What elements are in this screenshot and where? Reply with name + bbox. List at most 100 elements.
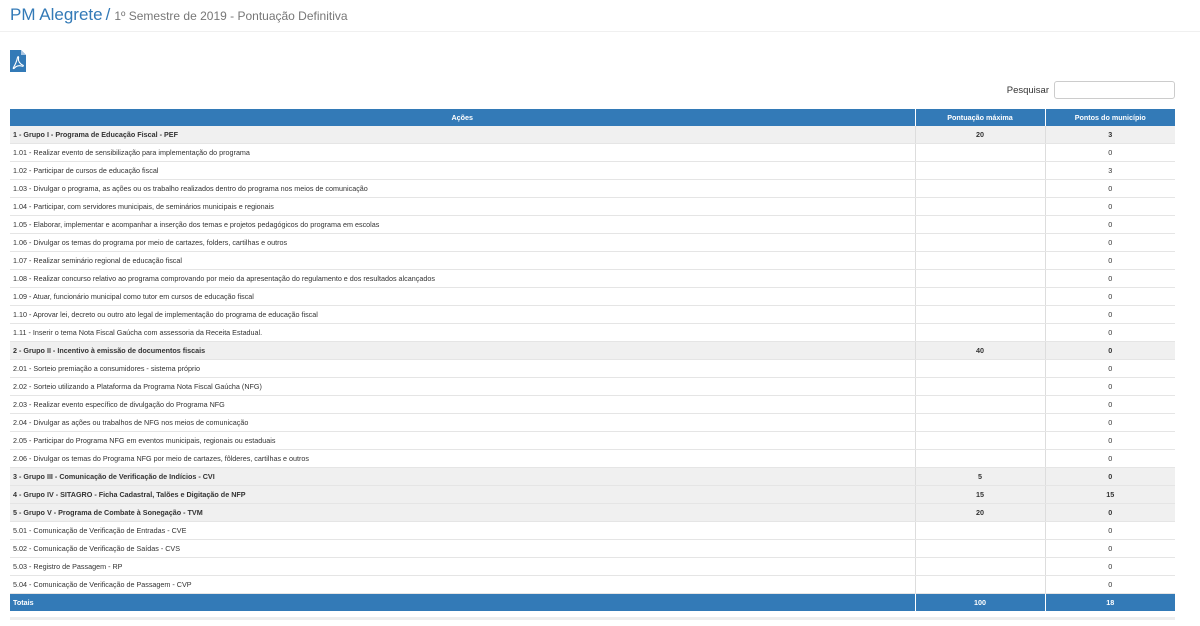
table-row: 1.04 - Participar, com servidores munici… <box>10 197 1175 216</box>
cell-action: 2.01 - Sorteio premiação a consumidores … <box>10 359 916 378</box>
table-row: 5.04 - Comunicação de Verificação de Pas… <box>10 575 1175 594</box>
score-table-container: Ações Pontuação máxima Pontos do municíp… <box>10 109 1175 611</box>
cell-municipality-points: 0 <box>1045 359 1175 378</box>
totals-label: Totais <box>10 593 916 611</box>
column-header-acoes[interactable]: Ações <box>10 109 916 126</box>
cell-max-score <box>915 197 1046 216</box>
page-subtitle: 1º Semestre de 2019 - Pontuação Definiti… <box>114 9 348 23</box>
score-table: Ações Pontuação máxima Pontos do municíp… <box>10 109 1175 611</box>
table-row: 5.02 - Comunicação de Verificação de Saí… <box>10 539 1175 558</box>
cell-max-score: 20 <box>915 126 1046 144</box>
cell-municipality-points: 0 <box>1045 575 1175 594</box>
cell-max-score: 15 <box>915 485 1046 504</box>
cell-action: 1.11 - Inserir o tema Nota Fiscal Gaúcha… <box>10 323 916 342</box>
cell-action: 1.02 - Participar de cursos de educação … <box>10 161 916 180</box>
table-group-row: 4 - Grupo IV - SITAGRO - Ficha Cadastral… <box>10 485 1175 504</box>
cell-action: 1.07 - Realizar seminário regional de ed… <box>10 251 916 270</box>
cell-max-score <box>915 287 1046 306</box>
cell-municipality-points: 0 <box>1045 287 1175 306</box>
table-body: 1 - Grupo I - Programa de Educação Fisca… <box>10 126 1175 594</box>
cell-municipality-points: 0 <box>1045 197 1175 216</box>
cell-municipality-points: 0 <box>1045 503 1175 522</box>
table-row: 2.02 - Sorteio utilizando a Plataforma d… <box>10 377 1175 396</box>
table-row: 2.03 - Realizar evento específico de div… <box>10 395 1175 414</box>
cell-max-score <box>915 251 1046 270</box>
cell-municipality-points: 0 <box>1045 323 1175 342</box>
cell-action: 1.05 - Elaborar, implementar e acompanha… <box>10 215 916 234</box>
search-area: Pesquisar <box>1007 80 1175 100</box>
cell-action: 2.04 - Divulgar as ações ou trabalhos de… <box>10 413 916 432</box>
cell-action: 5.04 - Comunicação de Verificação de Pas… <box>10 575 916 594</box>
cell-action: 2.03 - Realizar evento específico de div… <box>10 395 916 414</box>
cell-municipality-points: 3 <box>1045 161 1175 180</box>
table-row: 1.03 - Divulgar o programa, as ações ou … <box>10 179 1175 198</box>
table-row: 1.05 - Elaborar, implementar e acompanha… <box>10 215 1175 234</box>
table-group-row: 3 - Grupo III - Comunicação de Verificaç… <box>10 467 1175 486</box>
cell-max-score <box>915 521 1046 540</box>
table-row: 1.01 - Realizar evento de sensibilização… <box>10 143 1175 162</box>
cell-municipality-points: 0 <box>1045 377 1175 396</box>
cell-municipality-points: 0 <box>1045 395 1175 414</box>
cell-action: 1.06 - Divulgar os temas do programa por… <box>10 233 916 252</box>
table-row: 1.02 - Participar de cursos de educação … <box>10 161 1175 180</box>
cell-action: 2.02 - Sorteio utilizando a Plataforma d… <box>10 377 916 396</box>
table-row: 1.08 - Realizar concurso relativo ao pro… <box>10 269 1175 288</box>
table-row: 2.01 - Sorteio premiação a consumidores … <box>10 359 1175 378</box>
cell-max-score <box>915 233 1046 252</box>
export-pdf-button[interactable] <box>10 50 26 72</box>
cell-max-score <box>915 359 1046 378</box>
cell-max-score <box>915 413 1046 432</box>
cell-max-score <box>915 305 1046 324</box>
cell-max-score <box>915 395 1046 414</box>
brand-link[interactable]: PM Alegrete <box>10 5 103 24</box>
cell-municipality-points: 0 <box>1045 305 1175 324</box>
totals-row: Totais 100 18 <box>10 593 1175 611</box>
cell-municipality-points: 15 <box>1045 485 1175 504</box>
search-label: Pesquisar <box>1006 84 1049 96</box>
table-row: 2.05 - Participar do Programa NFG em eve… <box>10 431 1175 450</box>
cell-action: 1.08 - Realizar concurso relativo ao pro… <box>10 269 916 288</box>
cell-action: 5 - Grupo V - Programa de Combate à Sone… <box>10 503 916 522</box>
cell-municipality-points: 0 <box>1045 143 1175 162</box>
cell-municipality-points: 0 <box>1045 431 1175 450</box>
totals-max: 100 <box>915 593 1046 611</box>
cell-max-score <box>915 377 1046 396</box>
cell-action: 4 - Grupo IV - SITAGRO - Ficha Cadastral… <box>10 485 916 504</box>
cell-municipality-points: 0 <box>1045 539 1175 558</box>
column-header-pontuacao-maxima[interactable]: Pontuação máxima <box>915 109 1046 126</box>
table-row: 5.01 - Comunicação de Verificação de Ent… <box>10 521 1175 540</box>
table-group-row: 5 - Grupo V - Programa de Combate à Sone… <box>10 503 1175 522</box>
cell-municipality-points: 0 <box>1045 521 1175 540</box>
cell-action: 5.03 - Registro de Passagem - RP <box>10 557 916 576</box>
cell-municipality-points: 0 <box>1045 179 1175 198</box>
cell-municipality-points: 0 <box>1045 215 1175 234</box>
column-header-pontos-municipio[interactable]: Pontos do município <box>1045 109 1175 126</box>
cell-municipality-points: 0 <box>1045 413 1175 432</box>
table-footer-divider <box>10 617 1175 620</box>
totals-points: 18 <box>1045 593 1175 611</box>
cell-max-score <box>915 557 1046 576</box>
cell-action: 2.06 - Divulgar os temas do Programa NFG… <box>10 449 916 468</box>
cell-municipality-points: 0 <box>1045 269 1175 288</box>
cell-max-score <box>915 431 1046 450</box>
cell-action: 3 - Grupo III - Comunicação de Verificaç… <box>10 467 916 486</box>
table-group-row: 2 - Grupo II - Incentivo à emissão de do… <box>10 341 1175 360</box>
cell-max-score <box>915 323 1046 342</box>
cell-max-score <box>915 179 1046 198</box>
cell-action: 5.01 - Comunicação de Verificação de Ent… <box>10 521 916 540</box>
header-separator: / <box>105 5 111 24</box>
table-row: 1.09 - Atuar, funcionário municipal como… <box>10 287 1175 306</box>
table-row: 5.03 - Registro de Passagem - RP 0 <box>10 557 1175 576</box>
cell-action: 1.10 - Aprovar lei, decreto ou outro ato… <box>10 305 916 324</box>
cell-municipality-points: 3 <box>1045 126 1175 144</box>
table-row: 2.06 - Divulgar os temas do Programa NFG… <box>10 449 1175 468</box>
cell-max-score <box>915 143 1046 162</box>
table-group-row: 1 - Grupo I - Programa de Educação Fisca… <box>10 126 1175 144</box>
cell-action: 1.03 - Divulgar o programa, as ações ou … <box>10 179 916 198</box>
cell-action: 1.04 - Participar, com servidores munici… <box>10 197 916 216</box>
search-input[interactable] <box>1054 81 1175 99</box>
cell-action: 1.01 - Realizar evento de sensibilização… <box>10 143 916 162</box>
cell-max-score <box>915 269 1046 288</box>
cell-max-score <box>915 161 1046 180</box>
table-row: 1.06 - Divulgar os temas do programa por… <box>10 233 1175 252</box>
